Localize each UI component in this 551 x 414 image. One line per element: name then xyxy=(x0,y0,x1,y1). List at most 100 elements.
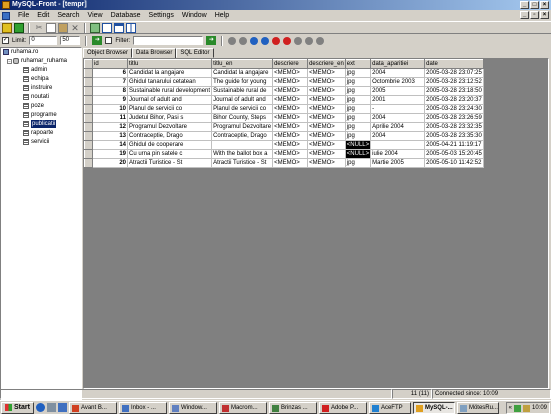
title-bar[interactable]: MySQL-Front - [tempr] _ □ × xyxy=(0,0,551,10)
cell-data-aparitiei[interactable]: 2004 xyxy=(370,113,426,123)
cell-descriere-en[interactable]: <MEMO> xyxy=(307,113,346,123)
database-tree[interactable]: ruhama.ro − ruhamar_ruhama admin echipa in… xyxy=(0,47,82,400)
apply-filter-button[interactable]: ➜ xyxy=(206,36,217,45)
cell-ext[interactable]: jpg xyxy=(345,122,372,132)
cell-descriere[interactable]: <MEMO> xyxy=(272,122,309,132)
cell-titlu[interactable]: Atractii Turistice - St xyxy=(127,158,213,168)
tab-object-browser[interactable]: Object Browser xyxy=(83,48,133,58)
cell-titlu-en[interactable]: Planul de servicii co xyxy=(211,104,274,114)
tab-data-browser[interactable]: Data Browser xyxy=(132,48,177,58)
cell-data-aparitiei[interactable]: 2004 xyxy=(370,68,426,78)
cell-titlu[interactable]: Planul de servicii co xyxy=(127,104,213,114)
cell-ext[interactable]: jpg xyxy=(345,77,372,87)
row-indicator[interactable] xyxy=(84,113,93,123)
cell-titlu[interactable]: Ghidul tanarului cetatean xyxy=(127,77,213,87)
cell-id[interactable]: 12 xyxy=(92,122,128,132)
cell-descriere-en[interactable]: <MEMO> xyxy=(307,95,346,105)
cell-descriere[interactable]: <MEMO> xyxy=(272,86,309,96)
cell-data-aparitiei[interactable]: 2001 xyxy=(370,95,426,105)
mdi-close-button[interactable]: × xyxy=(540,11,549,19)
cell-id[interactable]: 6 xyxy=(92,68,128,78)
insert-record-icon[interactable] xyxy=(272,36,281,45)
cell-titlu[interactable]: Judetul Bihor, Pasi s xyxy=(127,113,213,123)
taskbar-button-3[interactable]: Window... xyxy=(168,401,217,414)
tray-volume-icon[interactable] xyxy=(522,404,530,412)
cell-descriere[interactable]: <MEMO> xyxy=(272,131,309,141)
cell-id[interactable]: 10 xyxy=(92,104,128,114)
cell-descriere[interactable]: <MEMO> xyxy=(272,104,309,114)
filter-input[interactable] xyxy=(133,36,204,45)
next-record-icon[interactable] xyxy=(250,36,259,45)
cell-titlu-en[interactable]: Candidat la angajare xyxy=(211,68,274,78)
row-indicator[interactable] xyxy=(84,95,93,105)
cell-ext[interactable]: jpg xyxy=(345,95,372,105)
tree-table-servicii[interactable]: servicii xyxy=(23,138,49,146)
cell-data-aparitiei[interactable]: Aprilie 2004 xyxy=(370,122,426,132)
column-header-titlu[interactable]: titlu xyxy=(126,59,213,69)
cell-data-aparitiei[interactable]: iulie 2004 xyxy=(370,149,426,159)
cell-date[interactable]: 2005-03-28 23:24:30 xyxy=(424,104,484,114)
tree-table-admin[interactable]: admin xyxy=(23,66,47,74)
cell-descriere-en[interactable]: <MEMO> xyxy=(307,104,346,114)
connect-icon[interactable] xyxy=(2,22,12,33)
cell-ext[interactable]: jpg xyxy=(345,158,372,168)
cell-date[interactable]: 2005-04-21 11:19:17 xyxy=(424,140,484,150)
cell-titlu[interactable]: Ghidul de cooperare xyxy=(127,140,213,150)
cell-descriere-en[interactable]: <MEMO> xyxy=(307,122,346,132)
cell-titlu-en[interactable]: Contraceptie, Drago xyxy=(211,131,274,141)
menu-file[interactable]: File xyxy=(14,10,33,21)
tab-sql-editor[interactable]: SQL Editor xyxy=(176,48,214,58)
quicklaunch-desktop-icon[interactable] xyxy=(46,403,56,412)
menu-database[interactable]: Database xyxy=(107,10,145,21)
cell-titlu[interactable]: Contraceptie, Drago xyxy=(127,131,213,141)
cell-data-aparitiei[interactable] xyxy=(370,140,426,150)
cell-descriere[interactable]: <MEMO> xyxy=(272,113,309,123)
tree-database[interactable]: − ruhamar_ruhama xyxy=(7,57,67,65)
tray-chevron-icon[interactable]: « xyxy=(509,405,512,411)
menu-edit[interactable]: Edit xyxy=(33,10,53,21)
close-button[interactable]: × xyxy=(540,1,549,9)
menu-window[interactable]: Window xyxy=(178,10,211,21)
minimize-button[interactable]: _ xyxy=(520,1,529,9)
cell-descriere[interactable]: <MEMO> xyxy=(272,68,309,78)
table-row[interactable]: 11 Judetul Bihor, Pasi s Bihor County, Ste… xyxy=(84,113,484,123)
cell-descriere[interactable]: <MEMO> xyxy=(272,149,309,159)
tray-network-icon[interactable] xyxy=(513,404,521,412)
tree-server[interactable]: ruhama.ro xyxy=(3,48,38,56)
menu-search[interactable]: Search xyxy=(53,10,83,21)
table-row[interactable]: 6 Candidat la angajare Candidat la angajar… xyxy=(84,68,484,78)
cell-ext[interactable]: <NULL> xyxy=(345,149,372,159)
cell-descriere-en[interactable]: <MEMO> xyxy=(307,131,346,141)
cell-id[interactable]: 8 xyxy=(92,86,128,96)
prior-record-icon[interactable] xyxy=(239,36,248,45)
cell-descriere-en[interactable]: <MEMO> xyxy=(307,86,346,96)
cell-descriere-en[interactable]: <MEMO> xyxy=(307,140,346,150)
cell-id[interactable]: 19 xyxy=(92,149,128,159)
cell-date[interactable]: 2005-05-03 15:20:45 xyxy=(424,149,484,159)
mdi-restore-button[interactable]: ▫ xyxy=(530,11,539,19)
apply-limit-button[interactable]: ➜ xyxy=(92,36,103,45)
properties-icon[interactable] xyxy=(102,22,112,33)
row-indicator[interactable] xyxy=(84,104,93,114)
menu-settings[interactable]: Settings xyxy=(145,10,178,21)
last-record-icon[interactable] xyxy=(261,36,270,45)
cell-titlu[interactable]: Programul Dezvoltare xyxy=(127,122,213,132)
tile-horizontal-icon[interactable] xyxy=(114,22,124,33)
cell-titlu-en[interactable]: With the ballot box a xyxy=(211,149,274,159)
cell-descriere-en[interactable]: <MEMO> xyxy=(307,77,346,87)
column-header-titlu-en[interactable]: titlu_en xyxy=(211,59,274,69)
quicklaunch-ie-icon[interactable] xyxy=(35,403,45,412)
cell-titlu-en[interactable]: Bihor County, Steps xyxy=(211,113,274,123)
cell-ext[interactable]: <NULL> xyxy=(345,140,372,150)
cell-id[interactable]: 9 xyxy=(92,95,128,105)
cut-icon[interactable]: ✂ xyxy=(34,23,44,33)
cell-id[interactable]: 7 xyxy=(92,77,128,87)
table-row[interactable]: 7 Ghidul tanarului cetatean The guide for … xyxy=(84,77,484,87)
tree-table-echipa[interactable]: echipa xyxy=(23,75,49,83)
row-indicator[interactable] xyxy=(84,149,93,159)
cell-descriere[interactable]: <MEMO> xyxy=(272,158,309,168)
row-indicator[interactable] xyxy=(84,122,93,132)
copy-icon[interactable] xyxy=(46,22,56,33)
cell-date[interactable]: 2005-03-28 23:07:25 xyxy=(424,68,484,78)
row-indicator[interactable] xyxy=(84,158,93,168)
